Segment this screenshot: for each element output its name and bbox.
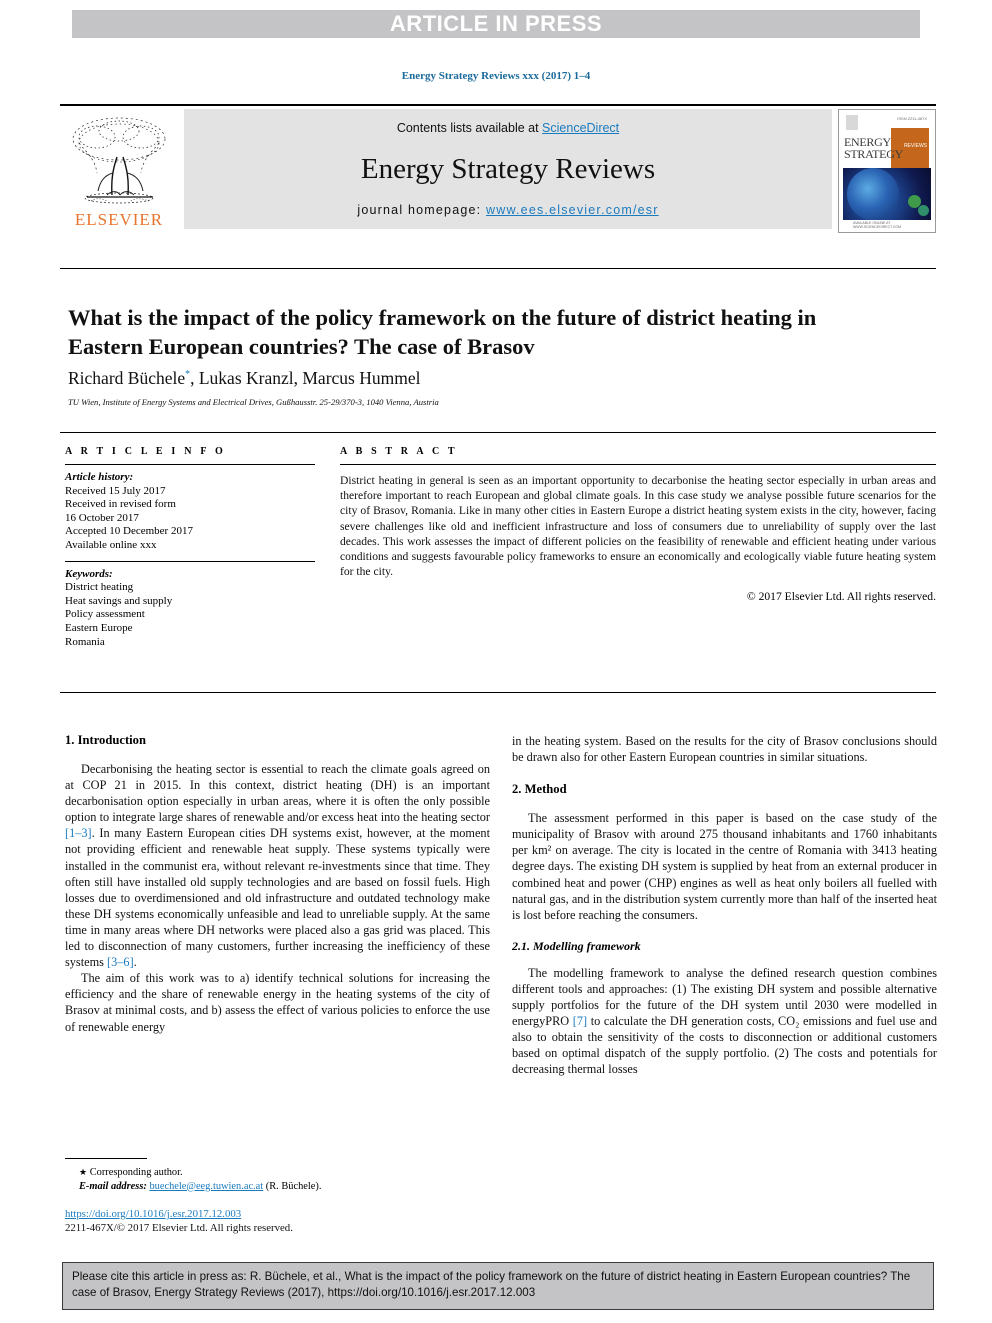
history-item: 16 October 2017 xyxy=(65,511,139,524)
cover-globe-icon xyxy=(847,168,899,220)
abstract-heading: A B S T R A C T xyxy=(340,446,458,457)
citation-text: Please cite this article in press as: R.… xyxy=(72,1270,911,1299)
keyword-item: Policy assessment xyxy=(65,608,145,621)
cover-publisher-logo-icon xyxy=(846,115,858,130)
doi-block: https://doi.org/10.1016/j.esr.2017.12.00… xyxy=(65,1207,495,1235)
intro-paragraph-2: The aim of this work was to a) identify … xyxy=(65,971,490,1034)
issn-copyright-line: 2211-467X/© 2017 Elsevier Ltd. All right… xyxy=(65,1222,293,1234)
contents-available-line: Contents lists available at ScienceDirec… xyxy=(397,121,619,135)
reference-link-1-3[interactable]: [1–3] xyxy=(65,826,92,840)
running-head: Energy Strategy Reviews xxx (2017) 1–4 xyxy=(401,70,591,82)
email-address-link[interactable]: buechele@eeg.tuwien.ac.at xyxy=(149,1181,263,1192)
keywords-label: Keywords: xyxy=(65,567,113,580)
column-spacer xyxy=(512,765,937,782)
abstract-copyright: © 2017 Elsevier Ltd. All rights reserved… xyxy=(746,590,936,604)
abstract-text: District heating in general is seen as a… xyxy=(340,474,936,579)
journal-homepage-link[interactable]: www.ees.elsevier.com/esr xyxy=(486,203,659,217)
article-info-heading: A R T I C L E I N F O xyxy=(65,446,226,457)
masthead-center-panel: Contents lists available at ScienceDirec… xyxy=(184,109,832,229)
article-info-column: A R T I C L E I N F O Article history: R… xyxy=(65,446,315,649)
info-divider-bottom xyxy=(60,692,936,693)
body-column-right: in the heating system. Based on the resu… xyxy=(512,733,937,1078)
email-note: E-mail address: buechele@eeg.tuwien.ac.a… xyxy=(65,1180,495,1194)
affiliation: TU Wien, Institute of Energy Systems and… xyxy=(68,397,439,407)
intro-p1-part-c: . xyxy=(133,955,137,970)
method-paragraph-1: The assessment performed in this paper i… xyxy=(512,811,937,922)
asterisk-icon: ★ xyxy=(79,1167,88,1177)
journal-masthead: ELSEVIER Contents lists available at Sci… xyxy=(60,104,936,233)
title-divider xyxy=(60,268,936,269)
history-item: Received in revised form xyxy=(65,498,176,511)
history-item: Available online xxx xyxy=(65,538,157,551)
cover-badge-label: REVIEWS xyxy=(903,143,927,149)
subsection-heading-modelling-framework: 2.1. Modelling framework xyxy=(512,938,641,953)
section-heading-introduction: 1. Introduction xyxy=(65,733,146,747)
corresponding-author-text: Corresponding author. xyxy=(89,1167,183,1178)
page-title: What is the impact of the policy framewo… xyxy=(68,305,817,360)
section-heading-method: 2. Method xyxy=(512,782,567,797)
intro-p1-part-a: Decarbonising the heating sector is esse… xyxy=(65,762,490,825)
cover-footer-note: AVAILABLE ONLINE AT WWW.SCIENCEDIRECT.CO… xyxy=(853,221,902,229)
keyword-item: Romania xyxy=(65,635,105,648)
modelling-paragraph-1: The modelling framework to analyse the d… xyxy=(512,965,937,1078)
info-divider-top xyxy=(60,432,936,433)
author-list: Richard Büchele*, Lukas Kranzl, Marcus H… xyxy=(68,368,868,389)
author-first: Richard Büchele xyxy=(68,368,186,388)
cover-leaf-icon-2 xyxy=(918,205,929,216)
homepage-prefix: journal homepage: xyxy=(357,203,486,217)
keyword-item: District heating xyxy=(65,581,134,594)
keywords-block: Keywords: District heating Heat savings … xyxy=(65,562,315,650)
citation-footer-box: Please cite this article in press as: R.… xyxy=(62,1262,934,1310)
reference-link-3-6[interactable]: [3–6] xyxy=(107,955,134,969)
footnote-block: ★ Corresponding author. E-mail address: … xyxy=(65,1166,495,1193)
history-item: Accepted 10 December 2017 xyxy=(65,525,193,538)
keyword-item: Eastern Europe xyxy=(65,621,133,634)
doi-link[interactable]: https://doi.org/10.1016/j.esr.2017.12.00… xyxy=(65,1208,241,1220)
authors-remaining: , Lukas Kranzl, Marcus Hummel xyxy=(190,368,421,388)
corresponding-author-note: ★ Corresponding author. xyxy=(65,1166,495,1180)
contents-prefix: Contents lists available at xyxy=(396,121,543,135)
email-address-label: E-mail address: xyxy=(79,1180,147,1192)
elsevier-wordmark: ELSEVIER xyxy=(74,210,164,229)
reference-link-7[interactable]: [7] xyxy=(573,1014,587,1028)
intro-paragraph-2-continued: in the heating system. Based on the resu… xyxy=(512,734,937,765)
cover-issn-note: ISSN 2211-467X xyxy=(897,116,927,121)
keyword-item: Heat savings and supply xyxy=(65,594,173,607)
article-in-press-banner: ARTICLE IN PRESS xyxy=(72,10,920,38)
body-column-left: 1. Introduction Decarbonising the heatin… xyxy=(65,733,490,1035)
article-history-block: Article history: Received 15 July 2017 R… xyxy=(65,465,315,553)
sciencedirect-link[interactable]: ScienceDirect xyxy=(542,121,619,135)
elsevier-tree-icon xyxy=(72,117,166,204)
elsevier-logo: ELSEVIER xyxy=(60,109,178,232)
intro-p1-part-b: . In many Eastern European cities DH sys… xyxy=(65,826,490,970)
article-history-label: Article history: xyxy=(65,471,134,483)
intro-paragraph-1: Decarbonising the heating sector is esse… xyxy=(65,761,490,970)
cover-title-line2: STRATEGY xyxy=(844,147,903,161)
journal-homepage-line: journal homepage: www.ees.elsevier.com/e… xyxy=(357,203,658,217)
journal-title: Energy Strategy Reviews xyxy=(360,152,656,185)
history-item: Received 15 July 2017 xyxy=(65,484,166,497)
cover-title: ENERGY STRATEGY xyxy=(844,136,903,161)
journal-cover-thumbnail: ISSN 2211-467X ENERGY STRATEGY REVIEWS A… xyxy=(838,109,936,233)
footnote-divider xyxy=(65,1158,147,1159)
article-in-press-label: ARTICLE IN PRESS xyxy=(389,11,603,36)
abstract-column: A B S T R A C T District heating in gene… xyxy=(340,446,936,603)
email-author-suffix: (R. Büchele). xyxy=(265,1180,322,1192)
